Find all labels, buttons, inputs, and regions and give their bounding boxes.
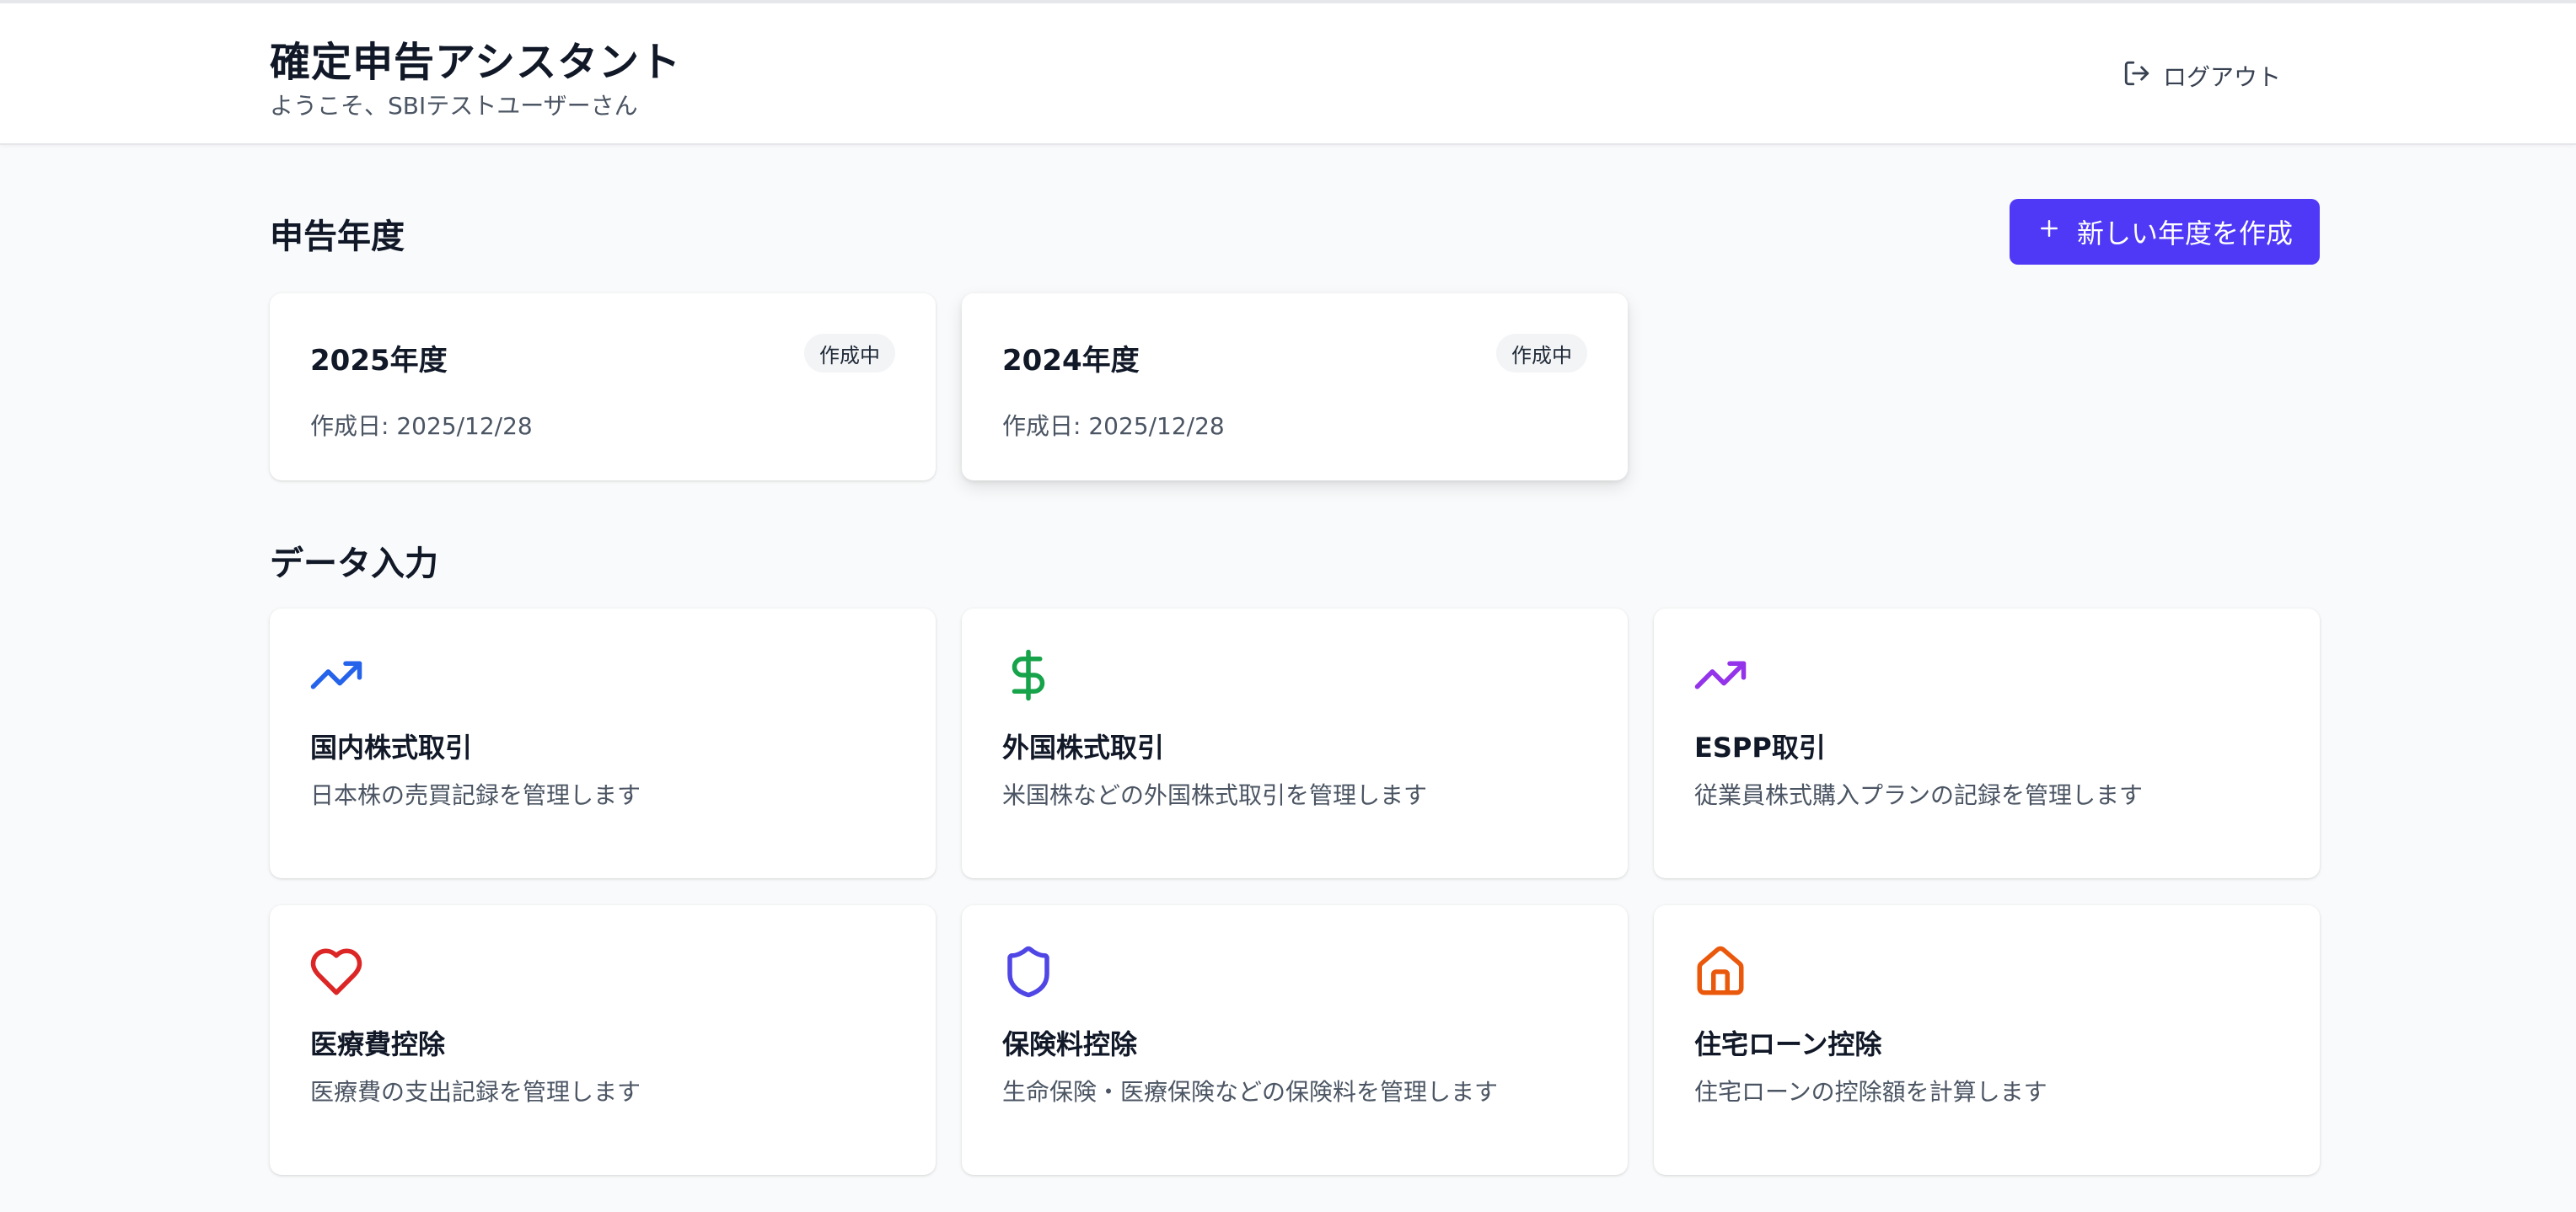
card-description: 住宅ローンの控除額を計算します xyxy=(1694,1078,2047,1106)
card-description: 米国株などの外国株式取引を管理します xyxy=(1002,781,1428,809)
heart-icon xyxy=(309,944,364,1000)
card-description: 生命保険・医療保険などの保険料を管理します xyxy=(1002,1078,1499,1106)
status-badge: 作成中 xyxy=(804,334,895,373)
medical-deduction-card[interactable]: 医療費控除 医療費の支出記録を管理します xyxy=(270,905,936,1175)
card-description: 日本株の売買記録を管理します xyxy=(310,781,641,809)
logout-button[interactable]: ログアウト xyxy=(2123,56,2281,96)
create-year-label: 新しい年度を作成 xyxy=(2076,217,2293,249)
plus-icon xyxy=(2037,216,2062,248)
app-header: 確定申告アシスタント ようこそ、SBIテストユーザーさん ログアウト xyxy=(0,3,2576,145)
status-badge: 作成中 xyxy=(1496,334,1587,373)
home-icon xyxy=(1693,944,1748,1000)
app-title: 確定申告アシスタント xyxy=(270,39,682,86)
logout-label: ログアウト xyxy=(2163,63,2282,91)
insurance-deduction-card[interactable]: 保険料控除 生命保険・医療保険などの保険料を管理します xyxy=(962,905,1628,1175)
trending-up-icon xyxy=(309,647,364,703)
years-section-title: 申告年度 xyxy=(270,217,405,256)
card-title: 医療費控除 xyxy=(310,1028,446,1060)
card-title: 国内株式取引 xyxy=(310,732,473,764)
housing-loan-card[interactable]: 住宅ローン控除 住宅ローンの控除額を計算します xyxy=(1654,905,2320,1175)
data-section-title: データ入力 xyxy=(270,544,438,583)
trending-up-icon xyxy=(1693,647,1748,703)
dollar-sign-icon xyxy=(1001,647,1056,703)
year-card-2024[interactable]: 2024年度 作成中 作成日: 2025/12/28 xyxy=(962,293,1628,480)
card-title: 保険料控除 xyxy=(1002,1028,1138,1060)
card-title: 外国株式取引 xyxy=(1002,732,1165,764)
logout-icon xyxy=(2123,59,2151,94)
year-title: 2025年度 xyxy=(310,344,448,378)
create-year-button[interactable]: 新しい年度を作成 xyxy=(2010,199,2320,265)
card-description: 従業員株式購入プランの記録を管理します xyxy=(1694,781,2144,809)
created-date: 作成日: 2025/12/28 xyxy=(310,412,533,440)
welcome-text: ようこそ、SBIテストユーザーさん xyxy=(270,92,638,120)
card-description: 医療費の支出記録を管理します xyxy=(310,1078,641,1106)
card-title: ESPP取引 xyxy=(1694,732,1826,764)
created-date: 作成日: 2025/12/28 xyxy=(1002,412,1225,440)
foreign-stock-card[interactable]: 外国株式取引 米国株などの外国株式取引を管理します xyxy=(962,609,1628,878)
espp-card[interactable]: ESPP取引 従業員株式購入プランの記録を管理します xyxy=(1654,609,2320,878)
year-card-2025[interactable]: 2025年度 作成中 作成日: 2025/12/28 xyxy=(270,293,936,480)
card-title: 住宅ローン控除 xyxy=(1694,1028,1882,1060)
domestic-stock-card[interactable]: 国内株式取引 日本株の売買記録を管理します xyxy=(270,609,936,878)
year-title: 2024年度 xyxy=(1002,344,1140,378)
shield-icon xyxy=(1001,944,1056,1000)
